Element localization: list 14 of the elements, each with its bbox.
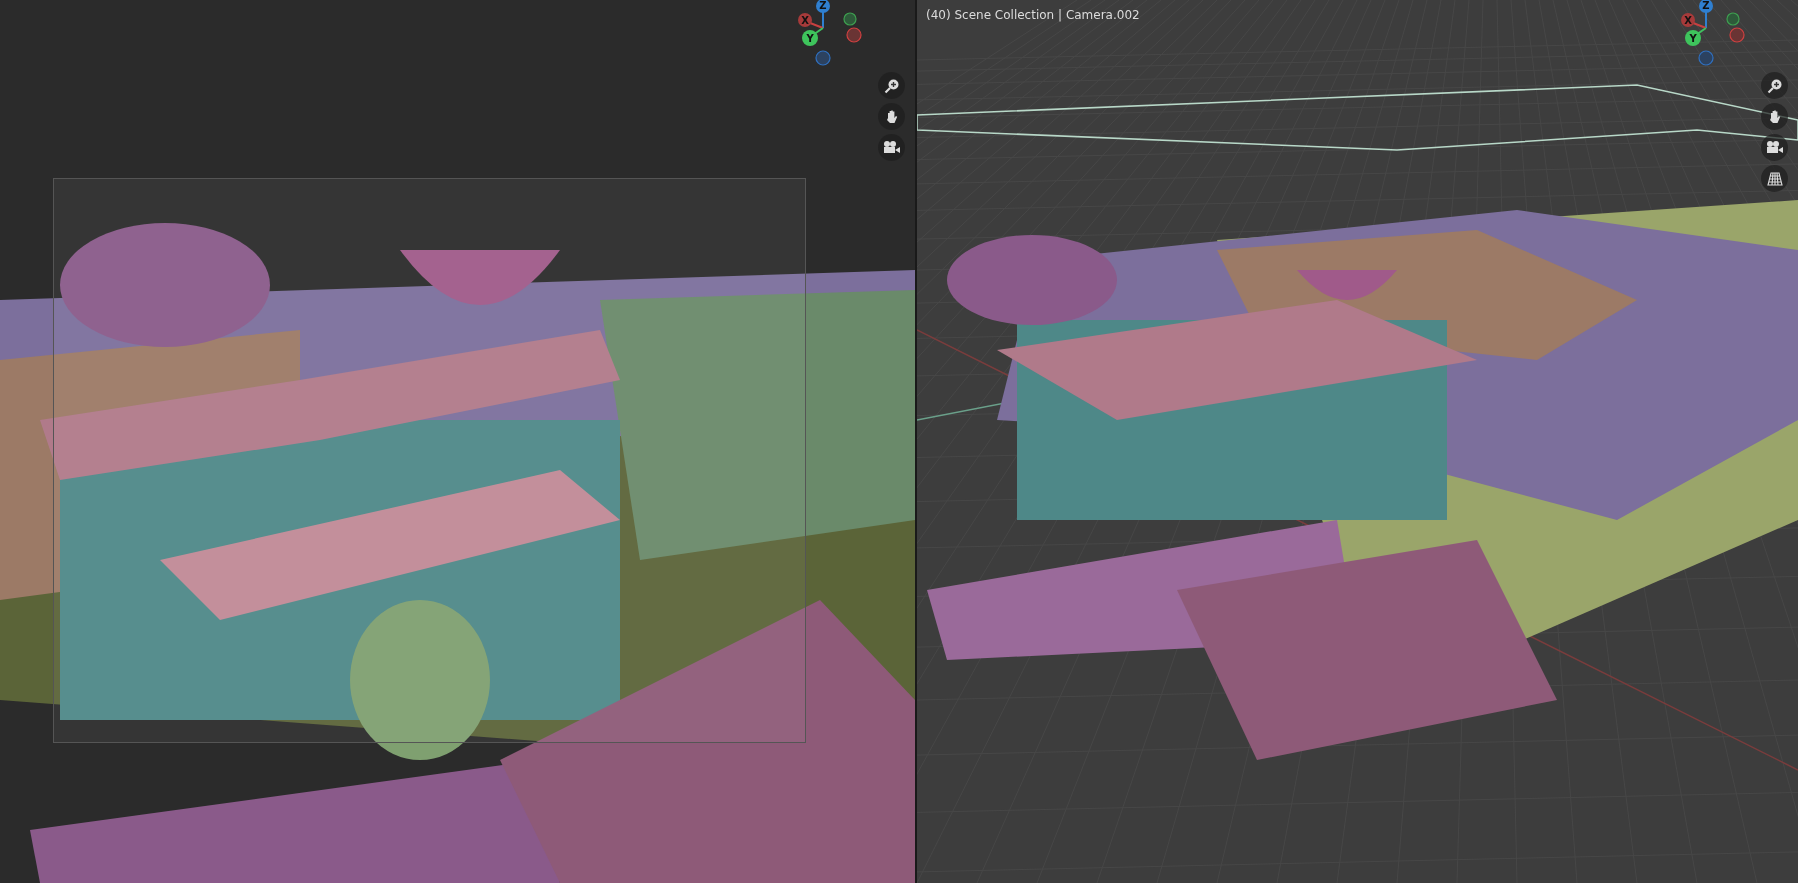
axis-label: X [801, 14, 809, 26]
axis-label: Y [806, 32, 814, 44]
zoom-icon [1766, 77, 1783, 94]
axis-label: Z [1702, 0, 1710, 11]
axis-label: Z [819, 0, 827, 11]
grid-icon [1766, 170, 1783, 187]
axis-gizmo[interactable] [1681, 0, 1745, 66]
viewport-info: (40) Scene Collection | Camera.002 [926, 8, 1140, 22]
camera-icon [1765, 139, 1784, 156]
axis-gizmo[interactable] [798, 0, 862, 66]
axis-label: Y [1689, 32, 1697, 44]
axis-label: X [1684, 14, 1692, 26]
zoom-icon [883, 77, 900, 94]
camera-icon [882, 139, 901, 156]
